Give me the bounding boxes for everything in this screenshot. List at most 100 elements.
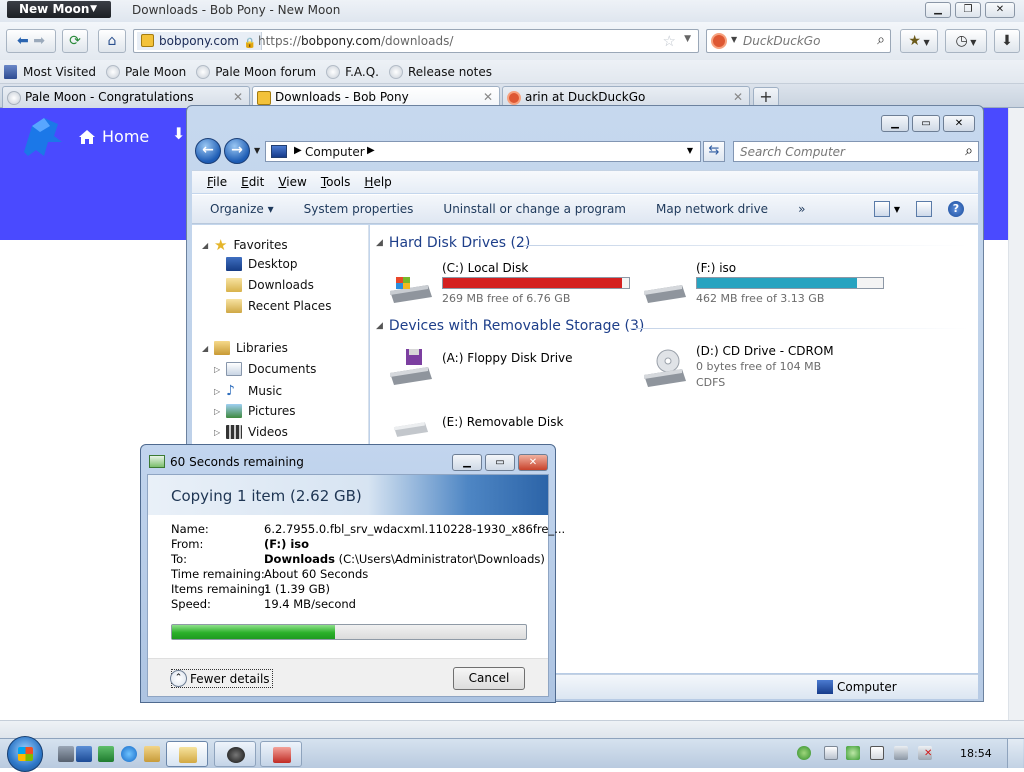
site-identity-button[interactable]: bobpony.com 🔒	[137, 32, 262, 50]
system-properties-button[interactable]: System properties	[304, 202, 414, 216]
history-button[interactable]: ◷ ▼	[945, 29, 987, 53]
menu-help[interactable]: Help	[364, 175, 391, 189]
drive-a[interactable]: (A:) Floppy Disk Drive	[388, 349, 638, 401]
download-nav-icon[interactable]: ⬇	[172, 124, 185, 143]
collapse-group-icon[interactable]: ◢	[376, 238, 383, 248]
back-button[interactable]: ←	[195, 138, 221, 164]
group-hard-disk-drives[interactable]: ◢ Hard Disk Drives (2)	[376, 235, 530, 251]
search-bar[interactable]: ▼ ⌕	[706, 29, 891, 53]
preview-pane-icon[interactable]	[916, 201, 932, 217]
close-button[interactable]: ✕	[518, 454, 548, 471]
tray-volume-muted-icon[interactable]: ✕	[918, 746, 932, 760]
collapse-icon[interactable]: ◢	[202, 241, 212, 250]
drive-f[interactable]: (F:) iso 462 MB free of 3.13 GB	[642, 261, 902, 311]
menu-view[interactable]: View	[278, 175, 306, 189]
menu-file[interactable]: File	[207, 175, 227, 189]
minimize-button[interactable]: ▁	[925, 2, 951, 18]
engine-dropdown-icon[interactable]: ▼	[731, 35, 737, 44]
quicklaunch-icon[interactable]	[98, 746, 114, 762]
forward-arrow-icon[interactable]: ➡	[33, 33, 45, 49]
search-input[interactable]	[743, 34, 863, 48]
close-button[interactable]: ✕	[943, 115, 975, 132]
maximize-button[interactable]: ▭	[912, 115, 940, 132]
bookmark-most-visited[interactable]: Most Visited	[4, 64, 96, 79]
back-arrow-icon[interactable]: ⬅	[17, 33, 29, 49]
map-network-drive-button[interactable]: Map network drive	[656, 202, 768, 216]
close-tab-icon[interactable]: ✕	[233, 90, 243, 104]
tray-action-center-flag-icon[interactable]	[870, 746, 884, 760]
minimize-button[interactable]: ▁	[881, 115, 909, 132]
drive-d[interactable]: (D:) CD Drive - CDROM 0 bytes free of 10…	[642, 344, 902, 414]
collapse-group-icon[interactable]: ◢	[376, 321, 383, 331]
close-tab-icon[interactable]: ✕	[733, 90, 743, 104]
help-icon[interactable]: ?	[948, 201, 964, 217]
quicklaunch-icon[interactable]	[144, 746, 160, 762]
fewer-details-button[interactable]: ⌃ Fewer details	[170, 669, 273, 688]
address-dropdown-icon[interactable]: ▼	[687, 146, 693, 155]
maximize-button[interactable]: ▭	[485, 454, 515, 471]
minimize-button[interactable]: ▁	[452, 454, 482, 471]
url-text[interactable]: https://bobpony.com/downloads/	[258, 34, 453, 48]
organize-button[interactable]: Organize ▾	[210, 202, 274, 216]
uninstall-program-button[interactable]: Uninstall or change a program	[443, 202, 626, 216]
search-icon[interactable]: ⌕	[965, 143, 973, 159]
expand-icon[interactable]: ▷	[214, 428, 224, 437]
page-scrollbar[interactable]	[1008, 108, 1024, 720]
explorer-search-box[interactable]: Search Computer ⌕	[733, 141, 979, 162]
bookmark-faq[interactable]: F.A.Q.	[326, 64, 379, 79]
bookmark-pale-moon-forum[interactable]: Pale Moon forum	[196, 64, 316, 79]
back-forward-buttons[interactable]: ⬅ ➡	[6, 29, 56, 53]
downloads-button[interactable]: ⬇	[994, 29, 1020, 53]
home-link[interactable]: Home	[78, 127, 149, 146]
breadcrumb-separator-icon[interactable]: ▶	[367, 145, 375, 156]
recent-pages-dropdown-icon[interactable]: ▼	[254, 146, 260, 155]
drive-c[interactable]: (C:) Local Disk 269 MB free of 6.76 GB	[388, 261, 638, 311]
quicklaunch-icon[interactable]	[58, 746, 74, 762]
tray-notes-icon[interactable]	[824, 746, 838, 760]
bookmark-pale-moon[interactable]: Pale Moon	[106, 64, 186, 79]
nav-desktop[interactable]: Desktop	[226, 257, 298, 271]
nav-videos[interactable]: ▷ Videos	[214, 425, 288, 439]
expand-icon[interactable]: ▷	[214, 365, 224, 374]
nav-pictures[interactable]: ▷ Pictures	[214, 404, 296, 418]
nav-music[interactable]: ▷ ♪ Music	[214, 383, 282, 399]
nav-favorites[interactable]: ◢ ★ Favorites	[202, 236, 288, 254]
show-desktop-quicklaunch-icon[interactable]	[76, 746, 92, 762]
breadcrumb-computer[interactable]: Computer	[305, 145, 365, 159]
explorer-address-bar[interactable]: ▶ Computer ▶ ▼	[265, 141, 701, 162]
expand-icon[interactable]: ▷	[214, 407, 224, 416]
collapse-icon[interactable]: ◢	[202, 344, 212, 353]
change-view-icon[interactable]	[873, 201, 890, 217]
nav-libraries[interactable]: ◢ Libraries	[202, 341, 288, 355]
bookmark-star-icon[interactable]: ☆	[663, 32, 676, 50]
bookmark-release-notes[interactable]: Release notes	[389, 64, 492, 79]
forward-button[interactable]: →	[224, 138, 250, 164]
more-commands-button[interactable]: »	[798, 202, 805, 216]
expand-icon[interactable]: ▷	[214, 387, 224, 396]
nav-documents[interactable]: ▷ Documents	[214, 362, 316, 376]
search-icon[interactable]: ⌕	[877, 32, 885, 48]
view-dropdown-icon[interactable]: ▼	[894, 205, 900, 214]
new-tab-button[interactable]: +	[753, 87, 779, 107]
taskbar-clock[interactable]: 18:54	[960, 747, 992, 760]
nav-downloads[interactable]: Downloads	[226, 278, 314, 292]
breadcrumb-separator-icon[interactable]: ▶	[294, 145, 302, 156]
group-removable-storage[interactable]: ◢ Devices with Removable Storage (3)	[376, 318, 644, 334]
menu-tools[interactable]: Tools	[321, 175, 351, 189]
home-button[interactable]: ⌂	[98, 29, 126, 53]
site-logo-icon[interactable]	[14, 112, 64, 162]
nav-recent-places[interactable]: Recent Places	[226, 299, 331, 313]
taskbar-app-button[interactable]	[260, 741, 302, 767]
reload-button[interactable]: ⟳	[62, 29, 88, 53]
taskbar-browser-button[interactable]	[214, 741, 256, 767]
tray-connection-icon[interactable]	[894, 746, 908, 760]
url-dropdown-icon[interactable]: ▼	[684, 34, 691, 44]
start-button[interactable]	[7, 736, 43, 772]
cancel-button[interactable]: Cancel	[453, 667, 525, 690]
close-tab-icon[interactable]: ✕	[483, 90, 493, 104]
refresh-button[interactable]: ⇆	[703, 141, 725, 162]
restore-button[interactable]: ❐	[955, 2, 981, 18]
bookmarks-menu-button[interactable]: ★ ▼	[900, 29, 938, 53]
show-desktop-button[interactable]	[1007, 739, 1023, 768]
tray-security-icon[interactable]	[846, 746, 860, 760]
